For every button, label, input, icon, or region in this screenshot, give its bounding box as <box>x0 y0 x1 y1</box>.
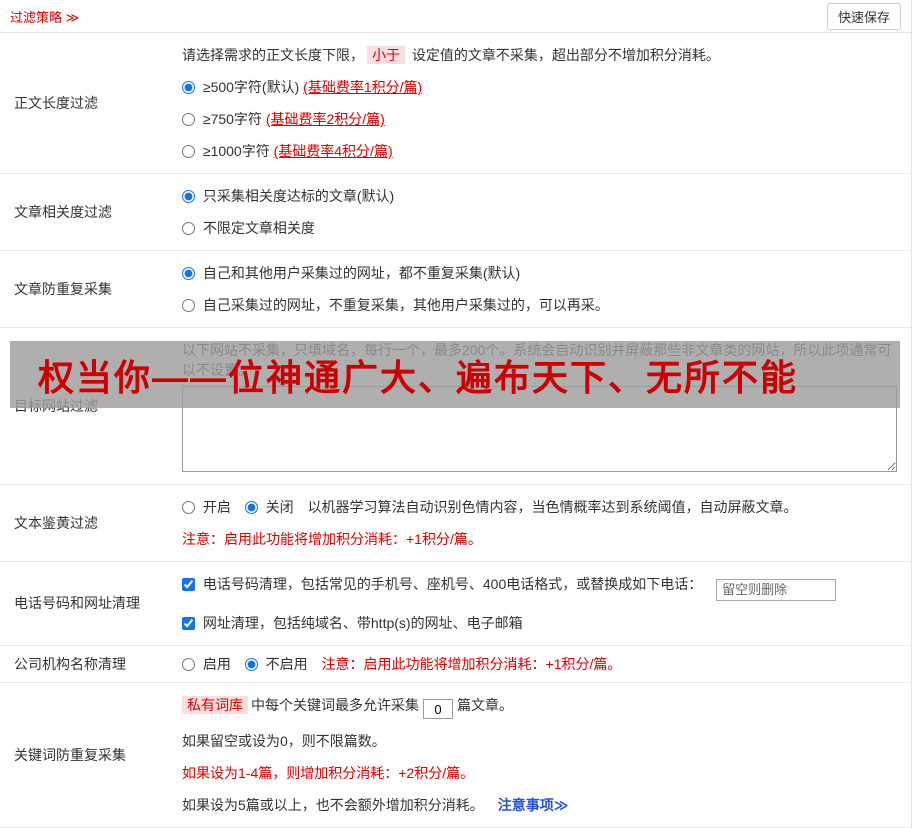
dedup-self-label: 自己采集过的网址，不重复采集，其他用户采集过的，可以再采。 <box>203 297 609 313</box>
phone-cleanup-option[interactable]: 电话号码清理，包括常见的手机号、座机号、400电话格式，或替换成如下电话： <box>182 576 706 592</box>
length-750-rate-note: (基础费率2积分/篇) <box>266 111 385 127</box>
dedup-option-self[interactable]: 自己采集过的网址，不重复采集，其他用户采集过的，可以再采。 <box>182 295 897 315</box>
watermark-text: 权当你——位神通广大、遍布天下、无所不能 <box>38 349 798 401</box>
keyword-max-count-input[interactable] <box>423 699 453 719</box>
section-label-porn-filter: 文本鉴黄过滤 <box>0 485 170 561</box>
notice-link[interactable]: 注意事项≫ <box>498 797 569 813</box>
section-content-phone-url: 电话号码清理，包括常见的手机号、座机号、400电话格式，或替换成如下电话： 网址… <box>170 562 911 645</box>
company-enable-label: 启用 <box>203 656 231 672</box>
less-than-highlight: 小于 <box>367 46 405 64</box>
company-enable-radio[interactable] <box>182 658 195 671</box>
company-disable-radio[interactable] <box>245 658 258 671</box>
phone-cleanup-row: 电话号码清理，包括常见的手机号、座机号、400电话格式，或替换成如下电话： <box>182 574 897 601</box>
dedup-global-radio[interactable] <box>182 267 195 280</box>
length-500-rate-note: (基础费率1积分/篇) <box>303 79 422 95</box>
length-option-1000[interactable]: ≥1000字符 (基础费率4积分/篇) <box>182 141 897 161</box>
section-company-cleanup: 公司机构名称清理 启用 不启用 注意：启用此功能将增加积分消耗：+1积分/篇。 <box>0 646 911 683</box>
company-disable-option[interactable]: 不启用 <box>245 656 312 672</box>
porn-on-radio[interactable] <box>182 501 195 514</box>
length-1000-radio[interactable] <box>182 145 195 158</box>
company-enable-option[interactable]: 启用 <box>182 656 235 672</box>
page-title[interactable]: 过滤策略 ≫ <box>10 7 79 26</box>
section-label-relevance: 文章相关度过滤 <box>0 174 170 250</box>
porn-off-radio[interactable] <box>245 501 258 514</box>
section-label-dedup: 文章防重复采集 <box>0 251 170 327</box>
section-content-relevance: 只采集相关度达标的文章(默认) 不限定文章相关度 <box>170 174 911 250</box>
length-filter-description: 请选择需求的正文长度下限，小于 设定值的文章不采集，超出部分不增加积分消耗。 <box>182 45 897 65</box>
quick-save-button[interactable]: 快速保存 <box>827 3 901 30</box>
length-500-label: ≥500字符(默认) <box>203 79 303 95</box>
length-option-500[interactable]: ≥500字符(默认) (基础费率1积分/篇) <box>182 77 897 97</box>
keyword-note-zero: 如果留空或设为0，则不限篇数。 <box>182 731 897 751</box>
url-cleanup-option[interactable]: 网址清理，包括纯域名、带http(s)的网址、电子邮箱 <box>182 615 523 631</box>
porn-filter-on-option[interactable]: 开启 <box>182 499 235 515</box>
watermark-overlay: 权当你——位神通广大、遍布天下、无所不能 <box>10 341 900 408</box>
length-500-radio[interactable] <box>182 81 195 94</box>
url-cleanup-checkbox[interactable] <box>182 617 195 630</box>
section-label-company: 公司机构名称清理 <box>0 646 170 682</box>
relevance-option-any[interactable]: 不限定文章相关度 <box>182 218 897 238</box>
section-dedup-filter: 文章防重复采集 自己和其他用户采集过的网址，都不重复采集(默认) 自己采集过的网… <box>0 251 911 328</box>
section-porn-filter: 文本鉴黄过滤 开启 关闭 以机器学习算法自动识别色情内容，当色情概率达到系统阈值… <box>0 485 911 562</box>
phone-cleanup-checkbox[interactable] <box>182 578 195 591</box>
replacement-phone-input[interactable] <box>716 579 836 601</box>
phone-cleanup-label: 电话号码清理，包括常见的手机号、座机号、400电话格式，或替换成如下电话： <box>203 576 702 592</box>
section-content-porn-filter: 开启 关闭 以机器学习算法自动识别色情内容，当色情概率达到系统阈值，自动屏蔽文章… <box>170 485 911 561</box>
length-option-750[interactable]: ≥750字符 (基础费率2积分/篇) <box>182 109 897 129</box>
keyword-note-five: 如果设为5篇或以上，也不会额外增加积分消耗。 <box>182 797 484 813</box>
relevance-option-strict[interactable]: 只采集相关度达标的文章(默认) <box>182 186 897 206</box>
private-lexicon-highlight: 私有词库 <box>182 696 248 714</box>
section-label-keyword: 关键词防重复采集 <box>0 683 170 828</box>
dedup-self-radio[interactable] <box>182 299 195 312</box>
relevance-any-radio[interactable] <box>182 222 195 235</box>
keyword-limit-row: 私有词库中每个关键词最多允许采集 篇文章。 <box>182 695 897 720</box>
page-header: 过滤策略 ≫ 快速保存 <box>0 0 911 33</box>
url-cleanup-row: 网址清理，包括纯域名、带http(s)的网址、电子邮箱 <box>182 613 897 633</box>
section-keyword-dedup: 关键词防重复采集 私有词库中每个关键词最多允许采集 篇文章。 如果留空或设为0，则… <box>0 683 911 828</box>
porn-filter-cost-note: 注意：启用此功能将增加积分消耗：+1积分/篇。 <box>182 529 897 549</box>
porn-filter-description: 以机器学习算法自动识别色情内容，当色情概率达到系统阈值，自动屏蔽文章。 <box>308 499 798 515</box>
porn-filter-options-row: 开启 关闭 以机器学习算法自动识别色情内容，当色情概率达到系统阈值，自动屏蔽文章… <box>182 497 897 517</box>
length-750-label: ≥750字符 <box>203 111 266 127</box>
relevance-strict-radio[interactable] <box>182 190 195 203</box>
keyword-limit-text: 中每个关键词最多允许采集 <box>251 697 419 713</box>
relevance-any-label: 不限定文章相关度 <box>203 220 315 236</box>
desc-text-before: 请选择需求的正文长度下限， <box>182 47 364 63</box>
section-label-body-length: 正文长度过滤 <box>0 33 170 173</box>
section-content-company: 启用 不启用 注意：启用此功能将增加积分消耗：+1积分/篇。 <box>170 646 911 682</box>
url-cleanup-label: 网址清理，包括纯域名、带http(s)的网址、电子邮箱 <box>203 615 523 631</box>
section-phone-url-cleanup: 电话号码和网址清理 电话号码清理，包括常见的手机号、座机号、400电话格式，或替… <box>0 562 911 646</box>
filter-settings-page: 过滤策略 ≫ 快速保存 正文长度过滤 请选择需求的正文长度下限，小于 设定值的文… <box>0 0 912 828</box>
section-content-keyword: 私有词库中每个关键词最多允许采集 篇文章。 如果留空或设为0，则不限篇数。 如果设… <box>170 683 911 828</box>
keyword-limit-text-end: 篇文章。 <box>457 697 513 713</box>
porn-on-label: 开启 <box>203 499 231 515</box>
company-cost-note: 注意：启用此功能将增加积分消耗：+1积分/篇。 <box>322 656 622 672</box>
keyword-note-five-row: 如果设为5篇或以上，也不会额外增加积分消耗。注意事项≫ <box>182 795 897 815</box>
length-1000-label: ≥1000字符 <box>203 143 274 159</box>
section-content-body-length: 请选择需求的正文长度下限，小于 设定值的文章不采集，超出部分不增加积分消耗。 ≥… <box>170 33 911 173</box>
porn-filter-off-option[interactable]: 关闭 <box>245 499 298 515</box>
company-disable-label: 不启用 <box>266 656 308 672</box>
length-1000-rate-note: (基础费率4积分/篇) <box>274 143 393 159</box>
section-label-phone-url: 电话号码和网址清理 <box>0 562 170 645</box>
dedup-global-label: 自己和其他用户采集过的网址，都不重复采集(默认) <box>203 265 520 281</box>
length-750-radio[interactable] <box>182 113 195 126</box>
dedup-option-global[interactable]: 自己和其他用户采集过的网址，都不重复采集(默认) <box>182 263 897 283</box>
porn-off-label: 关闭 <box>266 499 294 515</box>
keyword-note-cost: 如果设为1-4篇，则增加积分消耗：+2积分/篇。 <box>182 763 897 783</box>
relevance-strict-label: 只采集相关度达标的文章(默认) <box>203 188 394 204</box>
section-body-length-filter: 正文长度过滤 请选择需求的正文长度下限，小于 设定值的文章不采集，超出部分不增加… <box>0 33 911 174</box>
desc-text-after: 设定值的文章不采集，超出部分不增加积分消耗。 <box>408 47 720 63</box>
section-content-dedup: 自己和其他用户采集过的网址，都不重复采集(默认) 自己采集过的网址，不重复采集，… <box>170 251 911 327</box>
section-relevance-filter: 文章相关度过滤 只采集相关度达标的文章(默认) 不限定文章相关度 <box>0 174 911 251</box>
